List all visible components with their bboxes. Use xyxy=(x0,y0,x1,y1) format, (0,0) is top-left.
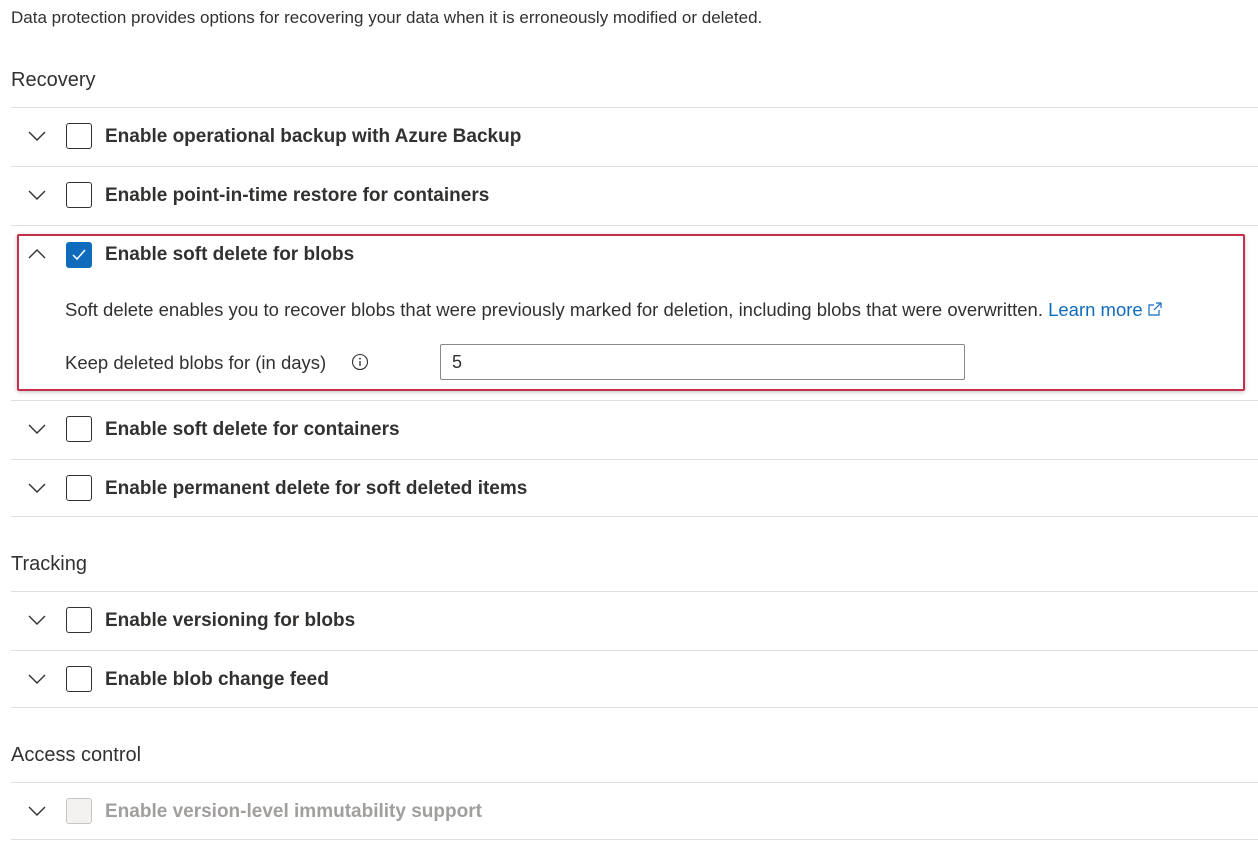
versioning-label: Enable versioning for blobs xyxy=(105,610,356,631)
permanent-delete-label: Enable permanent delete for soft deleted… xyxy=(105,478,528,499)
operational-backup-checkbox[interactable] xyxy=(66,123,92,149)
chevron-down-icon[interactable] xyxy=(27,419,47,439)
section-title-tracking: Tracking xyxy=(11,553,87,575)
option-row-operational-backup[interactable]: Enable operational backup with Azure Bac… xyxy=(11,107,1258,165)
soft-delete-blobs-description: Soft delete enables you to recover blobs… xyxy=(65,297,1163,323)
section-title-access-control: Access control xyxy=(11,744,142,766)
chevron-down-icon[interactable] xyxy=(27,478,47,498)
external-link-icon xyxy=(1148,302,1162,316)
permanent-delete-checkbox[interactable] xyxy=(66,475,92,501)
chevron-down-icon[interactable] xyxy=(27,669,47,689)
option-row-soft-delete-blobs: Enable soft delete for blobs Soft delete… xyxy=(11,225,1258,400)
operational-backup-label: Enable operational backup with Azure Bac… xyxy=(105,126,522,147)
chevron-down-icon[interactable] xyxy=(27,126,47,146)
section-title-recovery: Recovery xyxy=(11,69,96,91)
versioning-checkbox[interactable] xyxy=(66,607,92,633)
option-row-change-feed[interactable]: Enable blob change feed xyxy=(11,650,1258,708)
soft-delete-containers-checkbox[interactable] xyxy=(66,416,92,442)
soft-delete-blobs-label: Enable soft delete for blobs xyxy=(105,244,355,265)
info-icon[interactable] xyxy=(350,352,370,372)
immutability-checkbox xyxy=(66,798,92,824)
retention-days-input[interactable] xyxy=(440,344,965,380)
option-row-permanent-delete[interactable]: Enable permanent delete for soft deleted… xyxy=(11,459,1258,517)
soft-delete-blobs-checkbox[interactable] xyxy=(66,242,92,268)
chevron-down-icon[interactable] xyxy=(27,185,47,205)
option-row-immutability[interactable]: Enable version-level immutability suppor… xyxy=(11,782,1258,840)
point-in-time-restore-checkbox[interactable] xyxy=(66,182,92,208)
change-feed-checkbox[interactable] xyxy=(66,666,92,692)
immutability-label: Enable version-level immutability suppor… xyxy=(105,801,482,822)
point-in-time-restore-label: Enable point-in-time restore for contain… xyxy=(105,185,490,206)
change-feed-label: Enable blob change feed xyxy=(105,669,329,690)
chevron-up-icon[interactable] xyxy=(27,244,47,264)
soft-delete-containers-label: Enable soft delete for containers xyxy=(105,419,400,440)
option-row-versioning[interactable]: Enable versioning for blobs xyxy=(11,591,1258,649)
chevron-down-icon[interactable] xyxy=(27,801,47,821)
chevron-down-icon[interactable] xyxy=(27,610,47,630)
description-text: Soft delete enables you to recover blobs… xyxy=(65,299,1043,320)
intro-text: Data protection provides options for rec… xyxy=(11,8,763,27)
option-row-soft-delete-containers[interactable]: Enable soft delete for containers xyxy=(11,400,1258,458)
option-row-point-in-time-restore[interactable]: Enable point-in-time restore for contain… xyxy=(11,166,1258,224)
checkmark-icon xyxy=(72,249,86,261)
retention-days-label: Keep deleted blobs for (in days) xyxy=(65,352,327,373)
learn-more-link[interactable]: Learn more xyxy=(1048,299,1163,320)
learn-more-text: Learn more xyxy=(1048,299,1143,320)
